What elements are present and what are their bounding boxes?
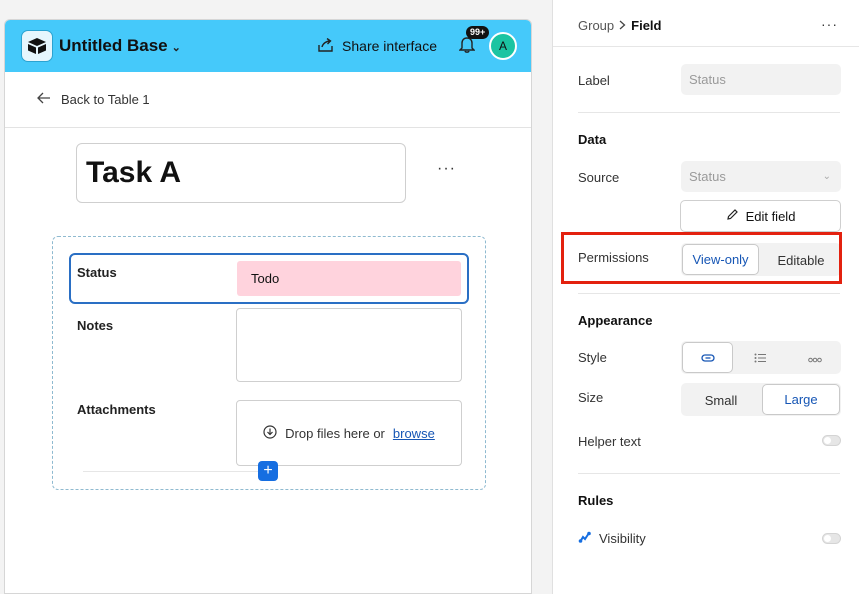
avatar[interactable]: A [489, 32, 517, 60]
share-label: Share interface [342, 38, 437, 54]
chevron-right-icon [619, 18, 626, 33]
divider [578, 112, 840, 113]
style-option-link[interactable] [682, 342, 733, 373]
helper-text-switch[interactable] [822, 435, 841, 446]
data-section-title: Data [578, 132, 607, 147]
style-option-list[interactable] [734, 342, 787, 375]
drop-text: Drop files here or [285, 425, 385, 441]
add-field-button[interactable]: + [258, 461, 278, 481]
panel-more-button[interactable]: ··· [821, 16, 838, 32]
list-icon [754, 351, 767, 366]
interface-preview: Untitled Base ⌄ Share interface 99+ A Ba… [4, 19, 532, 594]
field-label-status: Status [77, 265, 117, 280]
size-small[interactable]: Small [681, 384, 761, 417]
base-name-button[interactable]: Untitled Base ⌄ [59, 36, 181, 56]
source-title: Source [578, 170, 620, 185]
edit-field-button[interactable]: Edit field [680, 200, 841, 232]
helper-text-title: Helper text [578, 434, 641, 449]
field-group[interactable]: Status Todo Notes Attachments Drop files… [52, 236, 486, 490]
pills-icon [807, 351, 822, 366]
source-value: Status [689, 169, 726, 184]
label-input[interactable]: Status [681, 64, 841, 95]
style-option-pills[interactable] [788, 342, 841, 375]
size-large[interactable]: Large [762, 384, 840, 415]
label-title: Label [578, 73, 610, 88]
visibility-row: Visibility [578, 531, 646, 546]
field-label-attachments: Attachments [77, 402, 156, 417]
header-divider [553, 46, 859, 47]
size-toggle: Small Large [681, 383, 841, 416]
field-label-notes: Notes [77, 318, 114, 333]
base-name: Untitled Base [59, 36, 168, 55]
notes-input[interactable] [236, 308, 462, 382]
top-bar: Untitled Base ⌄ Share interface 99+ A [5, 20, 531, 72]
breadcrumb: Group Field [578, 18, 661, 33]
visibility-switch[interactable] [822, 533, 841, 544]
size-title: Size [578, 390, 604, 405]
attachments-dropzone[interactable]: Drop files here or browse [236, 400, 462, 466]
browse-link[interactable]: browse [393, 426, 435, 441]
notifications-button[interactable]: 99+ [458, 25, 490, 58]
arrow-left-icon [37, 92, 51, 107]
record-title[interactable]: Task A [76, 143, 406, 203]
share-icon [318, 37, 334, 55]
record-more-button[interactable]: ··· [437, 160, 456, 178]
style-title: Style [578, 350, 607, 365]
rules-section-title: Rules [578, 493, 614, 508]
divider [578, 293, 840, 294]
chevron-down-icon: ⌄ [822, 171, 831, 182]
share-interface-button[interactable]: Share interface [318, 37, 437, 55]
breadcrumb-group[interactable]: Group [578, 18, 614, 33]
download-circle-icon [263, 424, 277, 442]
style-toggle [681, 341, 841, 374]
back-link-label: Back to Table 1 [61, 92, 150, 107]
pencil-icon [726, 208, 739, 224]
visibility-icon [578, 531, 591, 546]
breadcrumb-field: Field [631, 18, 662, 33]
base-logo-icon[interactable] [21, 30, 53, 62]
divider [578, 473, 840, 474]
group-divider [83, 471, 259, 472]
edit-field-label: Edit field [745, 208, 796, 224]
visibility-title: Visibility [599, 531, 646, 546]
appearance-section-title: Appearance [578, 313, 653, 328]
status-value-pill[interactable]: Todo [237, 261, 461, 296]
link-icon [700, 350, 715, 365]
source-select[interactable]: Status ⌄ [681, 161, 841, 192]
notification-badge: 99+ [466, 25, 490, 39]
chevron-down-icon: ⌄ [171, 41, 181, 54]
back-link[interactable]: Back to Table 1 [5, 72, 531, 128]
screen: Untitled Base ⌄ Share interface 99+ A Ba… [0, 0, 859, 594]
permissions-highlight-box [561, 232, 842, 284]
properties-panel: Group Field ··· Label Status Data Source… [552, 0, 859, 594]
